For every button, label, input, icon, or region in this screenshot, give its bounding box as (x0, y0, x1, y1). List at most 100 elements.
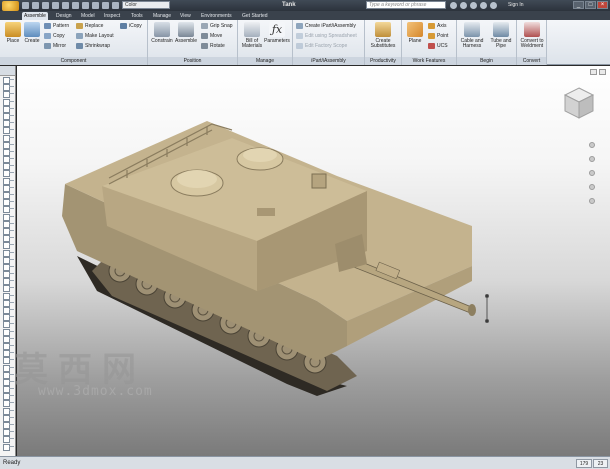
browser-node[interactable] (0, 227, 15, 236)
create-ipart-button[interactable]: Create iPart/iAssembly (296, 22, 356, 30)
panel-label-convert[interactable]: Convert (517, 57, 546, 65)
rotate-button[interactable]: Rotate (201, 42, 225, 50)
convert-weldment-button[interactable]: Convert to Weldment (519, 22, 545, 49)
panel-label-manage[interactable]: Manage (238, 57, 292, 65)
browser-node[interactable] (0, 177, 15, 185)
browser-node[interactable] (0, 428, 15, 437)
search-icon[interactable] (450, 2, 457, 9)
browser-node[interactable] (0, 299, 15, 308)
tab-get-started[interactable]: Get Started (240, 12, 270, 20)
properties-icon[interactable] (102, 2, 109, 9)
browser-node[interactable] (0, 191, 15, 200)
browser-node[interactable] (0, 119, 15, 128)
color-override-select[interactable]: Color (122, 1, 170, 9)
browser-node[interactable] (0, 284, 15, 293)
browser-node[interactable] (0, 328, 15, 336)
constrain-button[interactable]: Constrain (149, 22, 175, 44)
tab-inspect[interactable]: Inspect (102, 12, 122, 20)
browser-node[interactable] (0, 198, 15, 207)
copy-button[interactable]: Copy (44, 32, 65, 40)
browser-node[interactable] (0, 105, 15, 113)
browser-node[interactable] (0, 364, 15, 372)
icopy-button[interactable]: iCopy (120, 22, 142, 30)
update-icon[interactable] (92, 2, 99, 9)
undo-icon[interactable] (52, 2, 59, 9)
user-icon[interactable] (490, 2, 497, 9)
shrinkwrap-button[interactable]: Shrinkwrap (76, 42, 110, 50)
zoom-icon[interactable] (589, 170, 595, 176)
tab-manage[interactable]: Manage (151, 12, 173, 20)
browser-node[interactable] (0, 385, 15, 394)
browser-node[interactable] (0, 241, 15, 250)
browser-node[interactable] (0, 342, 15, 351)
grip-snap-button[interactable]: Grip Snap (201, 22, 233, 30)
tab-tools[interactable]: Tools (129, 12, 145, 20)
panel-label-work-features[interactable]: Work Features (402, 57, 456, 65)
browser-node[interactable] (0, 320, 15, 329)
panel-label-ipart[interactable]: iPart/iAssembly (293, 57, 364, 65)
save-icon[interactable] (42, 2, 49, 9)
browser-node[interactable] (0, 263, 15, 272)
browser-node[interactable] (0, 292, 15, 300)
browser-node[interactable] (0, 90, 15, 99)
browser-node[interactable] (0, 306, 15, 315)
browser-node[interactable] (0, 435, 15, 444)
browser-node[interactable] (0, 392, 15, 401)
browser-node[interactable] (0, 83, 15, 92)
browser-header[interactable] (0, 66, 15, 76)
new-icon[interactable] (22, 2, 29, 9)
tab-design[interactable]: Design (54, 12, 74, 20)
browser-node[interactable] (0, 234, 15, 243)
redo-icon[interactable] (62, 2, 69, 9)
browser-node[interactable] (0, 184, 15, 193)
browser-node[interactable] (0, 155, 15, 164)
tab-view[interactable]: View (178, 12, 193, 20)
panel-label-component[interactable]: Component (0, 57, 147, 65)
browser-node[interactable] (0, 148, 15, 157)
axis-button[interactable]: Axis (428, 22, 446, 30)
close-button[interactable]: × (597, 1, 608, 9)
look-at-icon[interactable] (589, 198, 595, 204)
point-button[interactable]: Point (428, 32, 448, 40)
home-icon[interactable] (82, 2, 89, 9)
browser-node[interactable] (0, 256, 15, 264)
panel-label-begin[interactable]: Begin (457, 57, 516, 65)
browser-node[interactable] (0, 443, 15, 451)
tab-environments[interactable]: Environments (199, 12, 234, 20)
create-button[interactable]: Create (19, 22, 45, 44)
search-input[interactable]: Type a keyword or phrase (366, 1, 446, 9)
browser-node[interactable] (0, 141, 15, 149)
communication-center-icon[interactable] (470, 2, 477, 9)
plane-button[interactable]: Plane (402, 22, 428, 44)
mirror-button[interactable]: Mirror (44, 42, 66, 50)
minimize-button[interactable]: _ (573, 1, 584, 9)
browser-node[interactable] (0, 249, 15, 257)
browser-node[interactable] (0, 407, 15, 415)
ucs-button[interactable]: UCS (428, 42, 448, 50)
browser-node[interactable] (0, 162, 15, 171)
bill-of-materials-button[interactable]: Bill of Materials (239, 22, 265, 49)
make-layout-button[interactable]: Make Layout (76, 32, 114, 40)
browser-node[interactable] (0, 134, 15, 142)
cable-harness-button[interactable]: Cable and Harness (459, 22, 485, 49)
browser-node[interactable] (0, 313, 15, 322)
pan-icon[interactable] (589, 156, 595, 162)
browser-node[interactable] (0, 335, 15, 343)
browser-node[interactable] (0, 371, 15, 379)
tab-assemble[interactable]: Assemble (22, 12, 48, 20)
browser-node[interactable] (0, 349, 15, 358)
create-substitutes-button[interactable]: Create Substitutes (370, 22, 396, 49)
browser-node[interactable] (0, 399, 15, 408)
select-icon[interactable] (72, 2, 79, 9)
browser-node[interactable] (0, 378, 15, 387)
panel-label-productivity[interactable]: Productivity (365, 57, 401, 65)
subscription-icon[interactable] (460, 2, 467, 9)
viewcube[interactable] (562, 86, 596, 120)
material-icon[interactable] (112, 2, 119, 9)
browser-node[interactable] (0, 270, 15, 279)
browser-node[interactable] (0, 421, 15, 430)
browser-node[interactable] (0, 98, 15, 106)
browser-node[interactable] (0, 220, 15, 228)
browser-node[interactable] (0, 169, 15, 178)
browser-node[interactable] (0, 213, 15, 221)
